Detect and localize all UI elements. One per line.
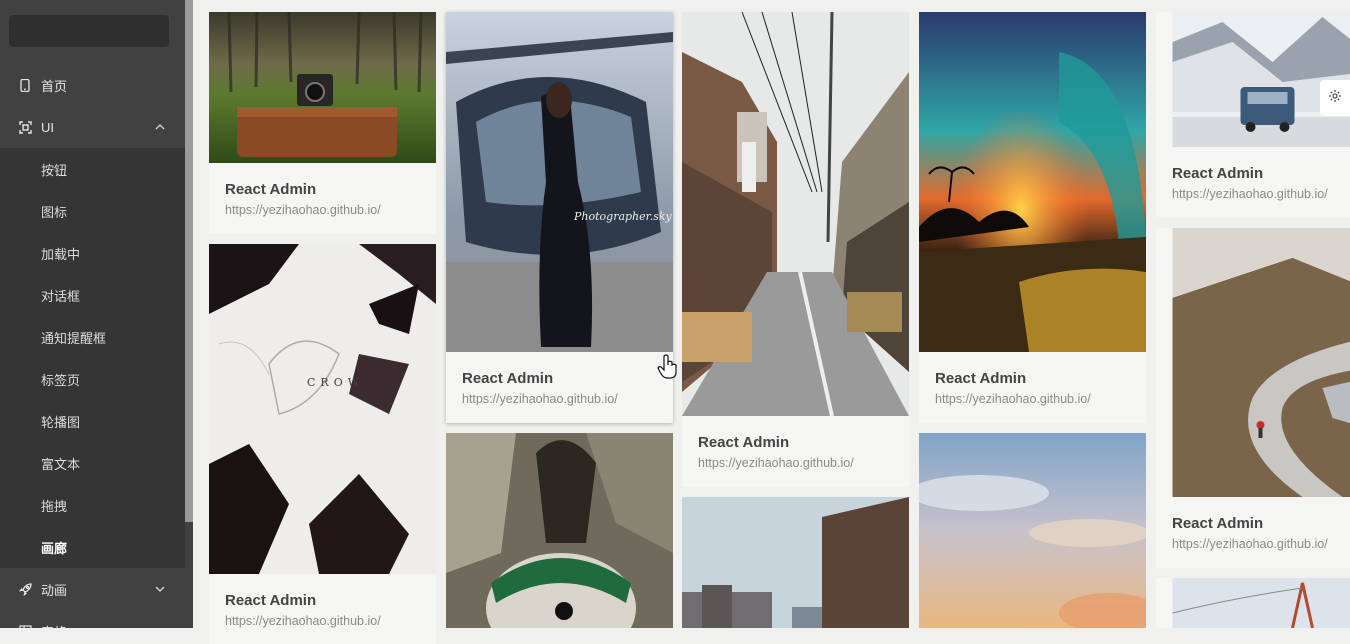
gallery-image-sky[interactable] [919,433,1146,628]
ui-submenu: 按钮 图标 加载中 对话框 通知提醒框 标签页 轮播图 富文本 拖拽 画廊 [0,148,185,568]
crow-text: CROW [307,376,364,389]
card-title: React Admin [698,434,789,451]
card-url: https://yezihaohao.github.io/ [462,392,618,406]
submenu-item-gallery[interactable]: 画廊 [0,526,185,568]
submenu-item-spin[interactable]: 加载中 [0,232,185,274]
menu-item-table[interactable]: 表格 [0,610,185,628]
card-url: https://yezihaohao.github.io/ [225,203,381,217]
chevron-down-icon [153,583,167,595]
gallery-image-street[interactable] [682,12,909,416]
gallery-card[interactable]: React Admin https://yezihaohao.github.io… [1156,228,1350,568]
rocket-icon [18,582,32,596]
menu-item-home[interactable]: 首页 [0,64,185,106]
mobile-icon [18,78,32,92]
gallery-card[interactable]: React Admin https://yezihaohao.github.io… [919,12,1146,423]
card-title: React Admin [225,592,316,609]
gallery-card[interactable]: Photographer.sky React Admin https://yez… [446,12,673,423]
gallery-image-road[interactable] [1156,228,1350,497]
gallery-card[interactable]: CROW React Admin https://yezihaohao.gith… [209,244,436,644]
card-title: React Admin [935,370,1026,387]
submenu-item-drag[interactable]: 拖拽 [0,484,185,526]
gallery-card[interactable] [682,497,909,628]
card-title: React Admin [462,370,553,387]
card-title: React Admin [225,181,316,198]
submenu-item-tabs[interactable]: 标签页 [0,358,185,400]
submenu-item-richtext[interactable]: 富文本 [0,442,185,484]
hand-cursor-icon [657,354,679,380]
card-title: React Admin [1172,515,1263,532]
submenu-item-button[interactable]: 按钮 [0,148,185,190]
gallery-card[interactable] [919,433,1146,628]
submenu-item-modal[interactable]: 对话框 [0,274,185,316]
settings-drawer-button[interactable] [1320,80,1350,116]
gallery-image-helicopter[interactable]: Photographer.sky [446,12,673,352]
gallery-image-wave[interactable] [919,12,1146,352]
chevron-up-icon [153,121,167,133]
gallery-image-crow[interactable]: CROW [209,244,436,574]
card-url: https://yezihaohao.github.io/ [225,614,381,628]
watermark-text: Photographer.sky [573,210,673,223]
menu-item-label: UI [41,120,153,135]
gallery-image-plush[interactable] [446,433,673,628]
logo-placeholder[interactable] [9,15,169,47]
sidebar: 首页 UI 按钮 图标 加载中 对话框 通知提醒框 标签页 轮播图 富文本 拖拽… [0,0,193,628]
card-url: https://yezihaohao.github.io/ [1172,537,1328,551]
submenu-item-carousel[interactable]: 轮播图 [0,400,185,442]
menu-item-label: 表格 [41,622,185,629]
sidebar-scrollbar[interactable] [185,0,193,522]
gallery-image-suitcase[interactable] [209,12,436,163]
card-url: https://yezihaohao.github.io/ [1172,187,1328,201]
menu-item-label: 动画 [41,580,153,599]
submenu-item-icon[interactable]: 图标 [0,190,185,232]
gallery-image-bridge[interactable] [1156,578,1350,628]
card-title: React Admin [1172,165,1263,182]
menu-item-label: 首页 [41,76,185,95]
scan-icon [18,120,32,134]
submenu-item-notification[interactable]: 通知提醒框 [0,316,185,358]
gallery-image-truck[interactable] [1156,12,1350,147]
gear-icon [1328,89,1342,108]
gallery-card[interactable]: React Admin https://yezihaohao.github.io… [682,12,909,487]
table-icon [18,624,32,628]
gallery-card[interactable] [1156,578,1350,628]
gallery-image-city[interactable] [682,497,909,628]
card-url: https://yezihaohao.github.io/ [935,392,1091,406]
menu-item-animation[interactable]: 动画 [0,568,185,610]
gallery-card[interactable]: React Admin https://yezihaohao.github.io… [209,12,436,234]
gallery-card[interactable] [446,433,673,628]
menu-item-ui[interactable]: UI [0,106,185,148]
card-url: https://yezihaohao.github.io/ [698,456,854,470]
